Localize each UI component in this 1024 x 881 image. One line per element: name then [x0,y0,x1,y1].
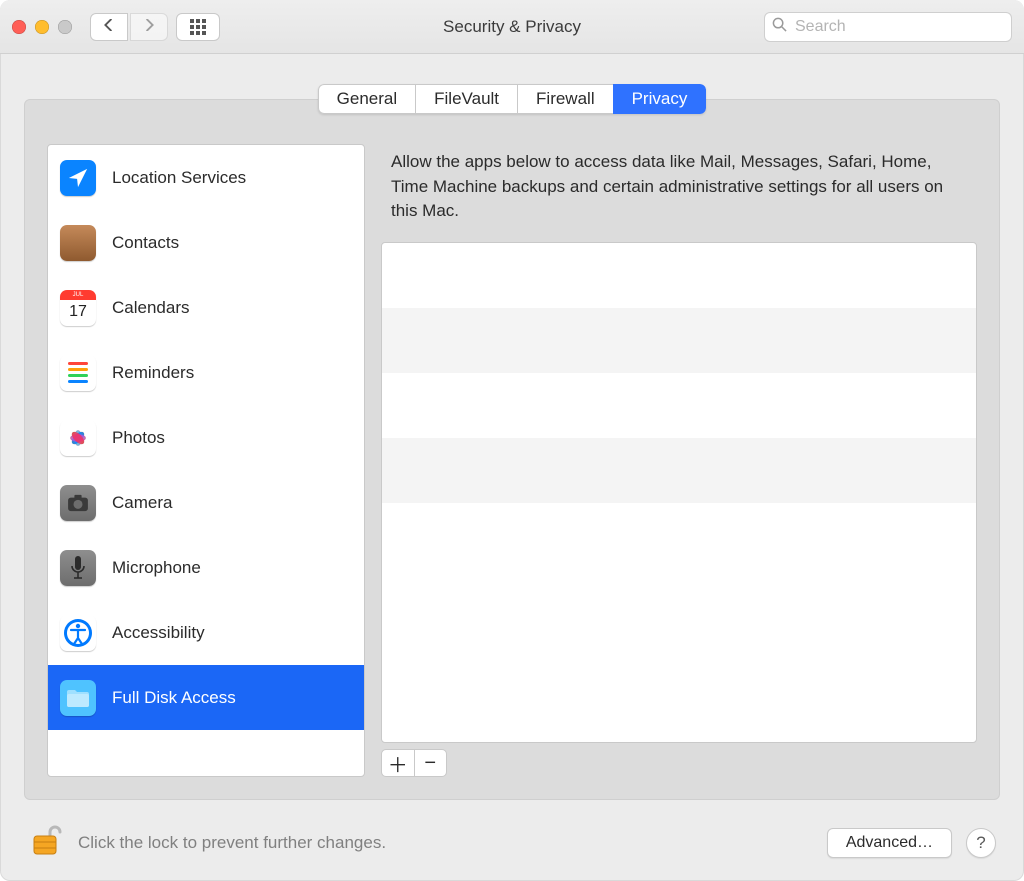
tab-bar: General FileVault Firewall Privacy [24,84,1000,114]
sidebar-item-photos[interactable]: Photos [48,405,364,470]
lock-button[interactable]: Click the lock to prevent further change… [28,822,386,863]
privacy-pane: Location Services Contacts JUL 17 Calend… [24,99,1000,800]
contacts-icon [60,225,96,261]
tab-firewall[interactable]: Firewall [517,84,613,114]
camera-icon [60,485,96,521]
help-icon: ? [976,833,985,853]
sidebar-item-reminders[interactable]: Reminders [48,340,364,405]
search-icon [772,17,787,37]
grid-icon [190,19,206,35]
back-button[interactable] [90,13,128,41]
toolbar: Security & Privacy [0,0,1024,54]
tab-general[interactable]: General [318,84,415,114]
tab-privacy[interactable]: Privacy [613,84,707,114]
app-list-row [382,243,976,308]
tab-label: Firewall [536,89,595,109]
sidebar-item-microphone[interactable]: Microphone [48,535,364,600]
sidebar-item-label: Full Disk Access [112,688,236,708]
sidebar-item-calendars[interactable]: JUL 17 Calendars [48,275,364,340]
tab-label: Privacy [632,89,688,109]
sidebar-item-label: Reminders [112,363,194,383]
sidebar-item-label: Calendars [112,298,190,318]
sidebar-item-camera[interactable]: Camera [48,470,364,535]
privacy-category-list[interactable]: Location Services Contacts JUL 17 Calend… [47,144,365,777]
add-app-button[interactable]: ＋ [382,750,415,776]
sidebar-item-accessibility[interactable]: Accessibility [48,600,364,665]
plus-icon: ＋ [388,749,408,777]
accessibility-icon [60,615,96,651]
footer: Click the lock to prevent further change… [24,800,1000,863]
close-window-button[interactable] [12,20,26,34]
content: General FileVault Firewall Privacy Locat… [0,54,1024,881]
minus-icon: − [424,752,436,775]
lock-text: Click the lock to prevent further change… [78,833,386,853]
app-list-row [382,373,976,438]
lock-open-icon [28,822,64,863]
app-list[interactable] [381,242,977,743]
reminders-icon [60,355,96,391]
sidebar-item-label: Contacts [112,233,179,253]
app-list-row [382,438,976,503]
zoom-window-button[interactable] [58,20,72,34]
sidebar-item-full-disk-access[interactable]: Full Disk Access [48,665,364,730]
sidebar-item-label: Photos [112,428,165,448]
microphone-icon [60,550,96,586]
location-icon [60,160,96,196]
show-all-button[interactable] [176,13,220,41]
chevron-right-icon [143,18,155,36]
window-controls [12,20,72,34]
search-wrap [764,12,1012,42]
button-label: Advanced… [846,834,933,851]
tab-label: FileVault [434,89,499,109]
help-button[interactable]: ? [966,828,996,858]
sidebar-item-label: Camera [112,493,172,513]
add-remove-group: ＋ − [381,749,447,777]
calendars-icon: JUL 17 [60,290,96,326]
sidebar-item-label: Accessibility [112,623,205,643]
sidebar-item-label: Location Services [112,168,246,188]
sidebar-item-contacts[interactable]: Contacts [48,210,364,275]
folder-icon [60,680,96,716]
calendar-month: JUL [60,290,96,300]
app-list-row [382,308,976,373]
full-disk-access-panel: Allow the apps below to access data like… [381,144,977,777]
advanced-button[interactable]: Advanced… [827,828,952,858]
tab-label: General [337,89,397,109]
panel-description: Allow the apps below to access data like… [391,150,961,224]
tab-filevault[interactable]: FileVault [415,84,517,114]
search-input[interactable] [764,12,1012,42]
preferences-window: Security & Privacy General FileVault Fir… [0,0,1024,881]
sidebar-item-label: Microphone [112,558,201,578]
chevron-left-icon [103,18,115,36]
sidebar-item-location-services[interactable]: Location Services [48,145,364,210]
remove-app-button[interactable]: − [415,750,447,776]
nav-group [90,13,168,41]
forward-button[interactable] [130,13,168,41]
photos-icon [60,420,96,456]
minimize-window-button[interactable] [35,20,49,34]
